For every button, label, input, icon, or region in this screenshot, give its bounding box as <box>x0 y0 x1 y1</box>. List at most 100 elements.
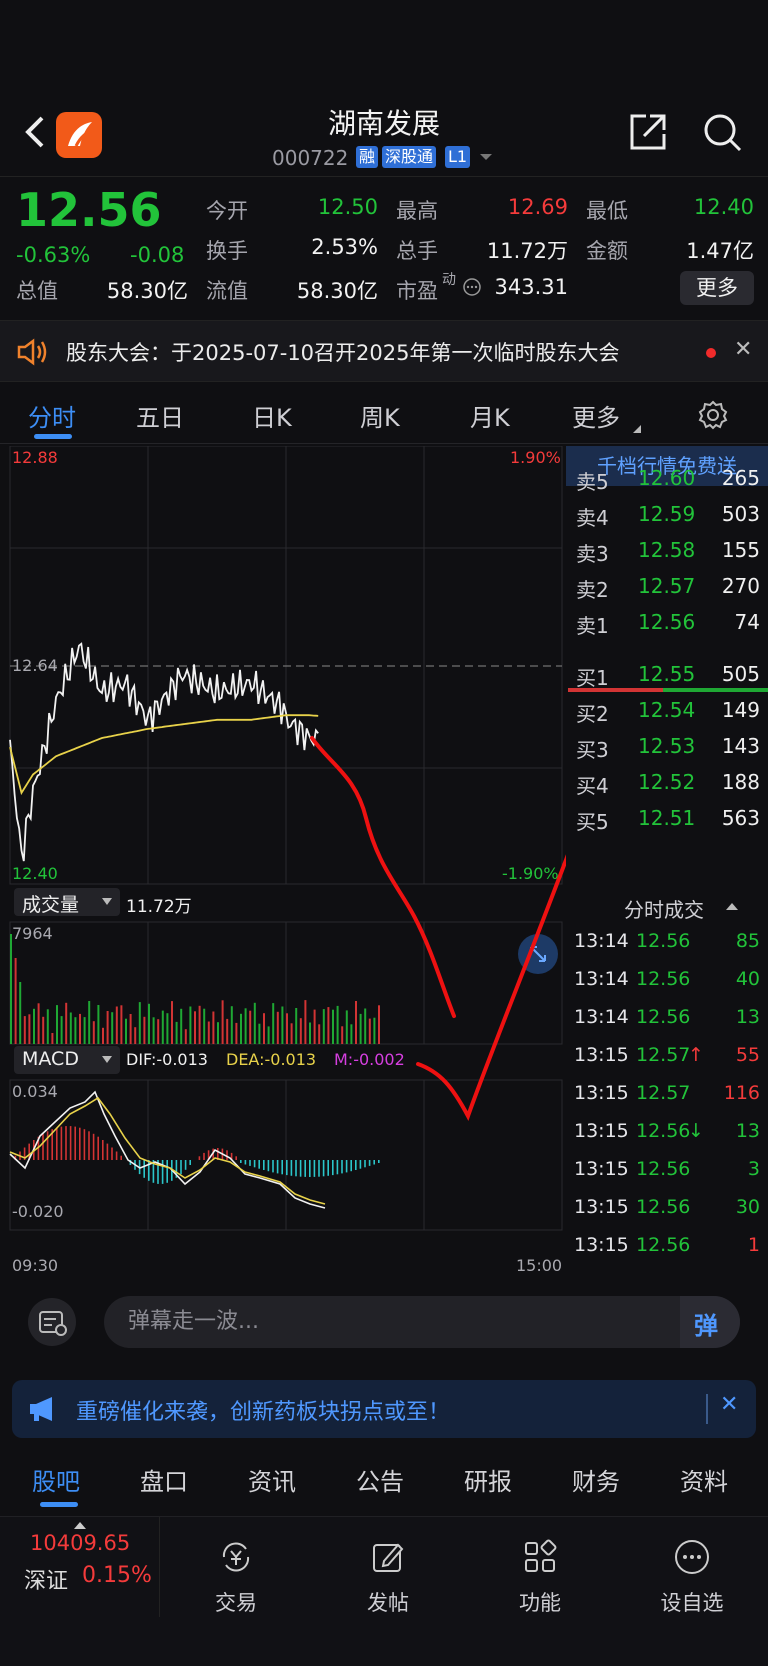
tab-add-watchlist[interactable]: 设自选 <box>642 1537 742 1617</box>
ask-row[interactable]: 卖3 12.58 155 <box>566 532 768 568</box>
intraday-chart[interactable]: 12.88 1.90% 12.64 12.40 -1.90% 成交量 11.72… <box>0 446 566 1278</box>
tab-weekly-k[interactable]: 周K <box>360 398 400 433</box>
macd-bar <box>290 1160 293 1176</box>
share-icon[interactable] <box>626 110 670 154</box>
stock-name: 湖南发展 <box>327 107 440 140</box>
volume-bar <box>198 1005 201 1044</box>
volume-bar <box>51 1033 54 1044</box>
tab-forum[interactable]: 股吧 <box>32 1462 80 1497</box>
trade-volume: 30 <box>735 1196 760 1218</box>
tab-post-label: 发帖 <box>367 1591 409 1615</box>
ask-row[interactable]: 卖4 12.59 503 <box>566 496 768 532</box>
stock-code: 000722 <box>272 146 349 170</box>
grid-icon <box>525 1539 557 1572</box>
tab-more[interactable]: 更多 <box>572 398 620 433</box>
danmu-input[interactable]: 弹幕走一波... <box>104 1296 740 1348</box>
trade-price: 12.56 <box>636 968 691 990</box>
macd-bar <box>92 1133 95 1160</box>
macd-bar <box>304 1160 306 1177</box>
index-name: 深证 <box>24 1569 69 1594</box>
bottom-tab-bar: 10409.65 深证 0.15% 交易 发帖 功能 设自选 <box>0 1516 768 1666</box>
tab-monthly-k[interactable]: 月K <box>470 398 510 433</box>
grid <box>9 446 563 1231</box>
volume-bar <box>92 1021 95 1044</box>
indicator-selector-label: MACD <box>22 1048 79 1070</box>
close-icon[interactable]: ✕ <box>720 1392 738 1417</box>
trade-volume: 85 <box>735 930 760 952</box>
macd-bar <box>42 1133 44 1160</box>
expand-icon[interactable] <box>518 934 558 974</box>
notice-bar[interactable]: 股东大会：于2025-07-10召开2025年第一次临时股东大会 ✕ <box>0 320 768 382</box>
volume-selector[interactable]: 成交量 <box>14 888 120 916</box>
bid-row[interactable]: 买2 12.54 149 <box>566 692 768 728</box>
chevron-up-icon[interactable] <box>726 902 738 910</box>
bid-row[interactable]: 买3 12.53 143 <box>566 728 768 764</box>
indicator-selector[interactable]: MACD <box>14 1046 120 1074</box>
promo-banner[interactable]: 重磅催化来袭，创新药板块拐点或至！ ✕ <box>12 1380 756 1438</box>
volume-bar <box>249 1010 252 1044</box>
tab-functions[interactable]: 功能 <box>490 1537 590 1617</box>
volume-value: 11.72万 <box>486 239 568 263</box>
volume-bar <box>106 1011 109 1044</box>
volume-bar <box>244 1008 247 1044</box>
tab-five-day[interactable]: 五日 <box>136 398 184 433</box>
macd-bar <box>97 1136 99 1160</box>
search-icon[interactable] <box>700 110 744 154</box>
more-button[interactable]: 更多 <box>680 271 754 305</box>
info-icon[interactable] <box>462 277 482 297</box>
change-pct: -0.63% <box>16 243 91 267</box>
tab-profile[interactable]: 资料 <box>680 1462 728 1497</box>
volume-bar <box>37 1003 40 1044</box>
index-value: 10409.65 <box>30 1531 131 1555</box>
macd-bar <box>327 1160 329 1176</box>
ask-row[interactable]: 卖2 12.57 270 <box>566 568 768 604</box>
volume-label: 总手 <box>396 239 438 263</box>
order-price: 12.59 <box>638 502 696 526</box>
volume-bar <box>115 1006 118 1044</box>
order-book: 千档行情免费送 分时成交 卖5 12.60 265 卖4 12.59 503 卖3 12.58… <box>566 446 768 1278</box>
bid-row[interactable]: 买5 12.51 563 <box>566 800 768 836</box>
tab-research[interactable]: 研报 <box>464 1462 512 1497</box>
macd-bar <box>299 1160 302 1177</box>
tab-announcements[interactable]: 公告 <box>356 1462 404 1497</box>
tab-financials[interactable]: 财务 <box>572 1462 620 1497</box>
bid-row[interactable]: 买4 12.52 188 <box>566 764 768 800</box>
volume-bar <box>281 1006 284 1044</box>
macd-bar <box>184 1160 187 1170</box>
chevron-down-icon[interactable] <box>480 152 492 162</box>
edit-icon <box>373 1543 404 1572</box>
back-icon[interactable] <box>20 112 54 152</box>
macd-bar <box>276 1160 279 1174</box>
macd-bar <box>226 1150 228 1160</box>
volume-bar <box>235 1022 238 1044</box>
tab-daily-k[interactable]: 日K <box>252 398 292 433</box>
high-value: 12.69 <box>507 195 568 219</box>
trades-title[interactable]: 分时成交 <box>624 894 704 923</box>
low-label: 最低 <box>586 199 628 223</box>
volume-bar <box>157 1019 160 1044</box>
volume-bar <box>355 1001 357 1044</box>
danmu-send-button[interactable]: 弹 <box>680 1296 740 1348</box>
index-ticker[interactable]: 10409.65 深证 0.15% <box>0 1517 160 1617</box>
macd-bar <box>166 1160 168 1183</box>
pe-value: 343.31 <box>494 275 568 299</box>
low-value: 12.40 <box>693 195 754 219</box>
corner-arrow-icon <box>633 425 641 433</box>
volume-bar <box>166 1013 169 1044</box>
danmu-toggle-icon[interactable] <box>28 1298 76 1346</box>
tab-post[interactable]: 发帖 <box>338 1537 438 1617</box>
volume-bar <box>125 1018 127 1044</box>
tab-handicap[interactable]: 盘口 <box>140 1462 188 1497</box>
volume-bar <box>263 1013 265 1044</box>
bid-row[interactable]: 买1 12.55 505 <box>566 656 768 692</box>
tab-trade[interactable]: 交易 <box>186 1537 286 1617</box>
tab-intraday[interactable]: 分时 <box>28 398 76 433</box>
pe-sup: 动 <box>442 272 456 288</box>
settings-icon[interactable] <box>698 400 728 430</box>
close-icon[interactable]: ✕ <box>734 337 752 362</box>
tab-news[interactable]: 资讯 <box>248 1462 296 1497</box>
volume-bars <box>10 934 380 1044</box>
ask-row[interactable]: 卖5 12.60 265 <box>566 460 768 496</box>
volume-bar <box>56 1005 58 1044</box>
ask-row[interactable]: 卖1 12.56 74 <box>566 604 768 640</box>
